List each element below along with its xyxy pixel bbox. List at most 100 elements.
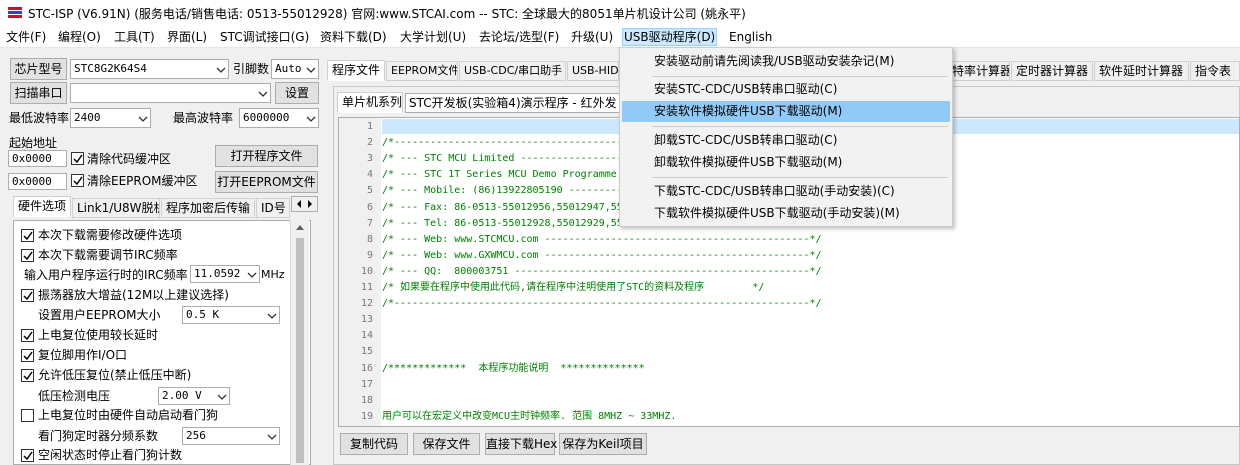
wdt-idle-checkbox[interactable] — [21, 449, 34, 462]
title-bar: STC-ISP (V6.91N) (服务电话/销售电话: 0513-550129… — [0, 0, 1240, 26]
menu-item-download-usb-driver-manual[interactable]: 下载软件模拟硬件USB下载驱动(手动安装)(M) — [622, 203, 950, 224]
options-scrollbar[interactable] — [290, 220, 309, 465]
low-voltage-value: 2.00 V — [162, 389, 202, 402]
irc-freq-input[interactable]: 11.0592 — [190, 265, 260, 283]
port-select[interactable] — [70, 83, 271, 103]
tab-usb-hid[interactable]: USB-HID助 — [567, 61, 619, 81]
line-number: 6 — [366, 201, 373, 213]
start-address-label: 起始地址 — [9, 136, 58, 150]
clear-code-checkbox[interactable] — [71, 152, 84, 165]
menu-tools[interactable]: 工具(T) — [113, 29, 156, 47]
tab-id-number[interactable]: ID号 — [256, 198, 290, 218]
menu-item-install-cdc-driver[interactable]: 安装STC-CDC/USB转串口驱动(C) — [622, 79, 950, 100]
tab-usb-cdc-serial[interactable]: USB-CDC/串口助手 — [459, 61, 566, 81]
min-baud-value: 2400 — [74, 111, 101, 124]
reset-pin-io-checkbox[interactable] — [21, 349, 34, 362]
line-number: 13 — [360, 314, 373, 326]
check-icon — [23, 231, 33, 241]
menu-debug[interactable]: STC调试接口(G) — [219, 29, 310, 47]
line-number: 15 — [360, 346, 373, 358]
open-program-file-button[interactable]: 打开程序文件 — [215, 145, 318, 167]
check-icon — [23, 251, 33, 261]
check-icon — [23, 291, 33, 301]
tab-encrypted-transfer[interactable]: 程序加密后传输 — [161, 198, 255, 218]
menu-interface[interactable]: 界面(L) — [166, 29, 208, 47]
min-baud-select[interactable]: 2400 — [70, 108, 151, 128]
low-voltage-select[interactable]: 2.00 V — [158, 387, 230, 405]
menu-upgrade[interactable]: 升级(U) — [570, 29, 614, 47]
wdt-idle-label: 空闲状态时停止看门狗计数 — [38, 448, 183, 462]
line-number: 2 — [366, 137, 373, 149]
chevron-down-icon — [258, 91, 268, 97]
eeprom-address-input[interactable]: 0x0000 — [8, 173, 67, 190]
line-number: 17 — [360, 378, 373, 390]
irc-freq-label: 输入用户程序运行时的IRC频率 — [24, 268, 188, 282]
tab-instruction-table[interactable]: 指令表 — [1190, 61, 1240, 81]
line-number: 16 — [360, 362, 373, 374]
long-delay-checkbox[interactable] — [21, 329, 34, 342]
clear-eeprom-checkbox[interactable] — [71, 174, 84, 187]
menu-item-download-cdc-driver-manual[interactable]: 下载STC-CDC/USB转串口驱动(手动安装)(C) — [622, 181, 950, 202]
min-baud-label: 最低波特率 — [9, 111, 70, 125]
line-number: 8 — [366, 233, 373, 245]
code-address-input[interactable]: 0x0000 — [8, 150, 67, 167]
clear-code-label: 清除代码缓冲区 — [87, 152, 172, 166]
wdt-auto-checkbox[interactable] — [21, 409, 34, 422]
wdt-auto-label: 上电复位时由硬件自动启动看门狗 — [38, 408, 219, 422]
copy-code-button[interactable]: 复制代码 — [340, 433, 408, 455]
tab-delay-calculator[interactable]: 软件延时计算器 — [1094, 61, 1189, 81]
download-hex-button[interactable]: 直接下载Hex — [485, 433, 557, 455]
lvr-checkbox[interactable] — [21, 369, 34, 382]
menu-separator — [652, 76, 948, 77]
menu-item-install-usb-download-driver[interactable]: 安装软件模拟硬件USB下载驱动(M) — [622, 101, 950, 122]
hw-option-checkbox[interactable] — [21, 229, 34, 242]
tab-timer-calculator[interactable]: 定时器计算器 — [1011, 61, 1093, 81]
chevron-down-icon — [138, 116, 148, 122]
osc-gain-checkbox[interactable] — [21, 289, 34, 302]
scrollbar-thumb[interactable] — [296, 238, 304, 463]
wdt-divider-select[interactable]: 256 — [182, 427, 280, 445]
menu-file[interactable]: 文件(F) — [5, 29, 47, 47]
menu-downloads[interactable]: 资料下载(D) — [319, 29, 388, 47]
menu-english[interactable]: English — [728, 29, 773, 47]
chip-model-value: STC8G2K64S4 — [74, 62, 147, 75]
tab-scroll-arrows[interactable] — [291, 196, 318, 212]
scan-port-button[interactable]: 扫描串口 — [10, 82, 67, 104]
chevron-down-icon — [306, 67, 316, 73]
open-eeprom-file-button[interactable]: 打开EEPROM文件 — [215, 171, 318, 193]
pin-count-select[interactable]: Auto — [271, 59, 319, 79]
tab-eeprom-file[interactable]: EEPROM文件 — [386, 61, 458, 81]
menu-item-uninstall-usb-download-driver[interactable]: 卸载软件模拟硬件USB下载驱动(M) — [622, 152, 950, 173]
chip-model-select[interactable]: STC8G2K64S4 — [70, 59, 229, 79]
chip-model-button[interactable]: 芯片型号 — [10, 58, 67, 80]
menu-item-driver-readme[interactable]: 安装驱动前请先阅读我/USB驱动安装杂记(M) — [622, 51, 950, 72]
menu-usb-driver[interactable]: USB驱动程序(D) — [622, 28, 718, 46]
save-keil-project-button[interactable]: 保存为Keil项目 — [559, 433, 647, 455]
menu-program[interactable]: 编程(O) — [57, 29, 102, 47]
stc-app-icon — [8, 7, 22, 18]
settings-button[interactable]: 设置 — [275, 82, 319, 104]
tab-mcu-series[interactable]: 单片机系列 — [337, 92, 403, 113]
tab-program-file[interactable]: 程序文件 — [327, 60, 385, 81]
max-baud-select[interactable]: 6000000 — [239, 108, 319, 128]
pin-count-label: 引脚数 — [233, 62, 270, 76]
eeprom-size-select[interactable]: 0.5 K — [182, 306, 280, 324]
check-icon — [23, 351, 33, 361]
menu-university[interactable]: 大学计划(U) — [399, 29, 467, 47]
tab-link1-offline[interactable]: Link1/U8W脱机 — [72, 198, 160, 218]
chevron-down-icon — [267, 313, 277, 319]
code-line: /* --- QQ: 800003751 -------------------… — [382, 265, 822, 277]
chevron-down-icon — [267, 434, 277, 440]
code-line: /*--------------------------------------… — [382, 298, 822, 310]
menu-item-uninstall-cdc-driver[interactable]: 卸载STC-CDC/USB转串口驱动(C) — [622, 130, 950, 151]
irc-adjust-checkbox[interactable] — [21, 249, 34, 262]
code-line: 用户可以在宏定义中改变MCU主时钟频率. 范围 8MHZ ~ 33MHZ. — [382, 410, 677, 422]
demo-program-select[interactable]: STC开发板(实验箱4)演示程序 - 红外发 — [405, 93, 623, 113]
code-line: /* --- Web: www.GXWMCU.com -------------… — [382, 249, 822, 261]
menu-forum[interactable]: 去论坛/选型(F) — [478, 29, 560, 47]
save-file-button[interactable]: 保存文件 — [413, 433, 480, 455]
line-number: 12 — [360, 298, 373, 310]
tab-hardware-options[interactable]: 硬件选项 — [13, 196, 71, 217]
code-line: /* 如果要在程序中使用此代码,请在程序中注明使用了STC的资料及程序 */ — [382, 282, 765, 293]
irc-adjust-label: 本次下载需要调节IRC频率 — [38, 248, 178, 262]
